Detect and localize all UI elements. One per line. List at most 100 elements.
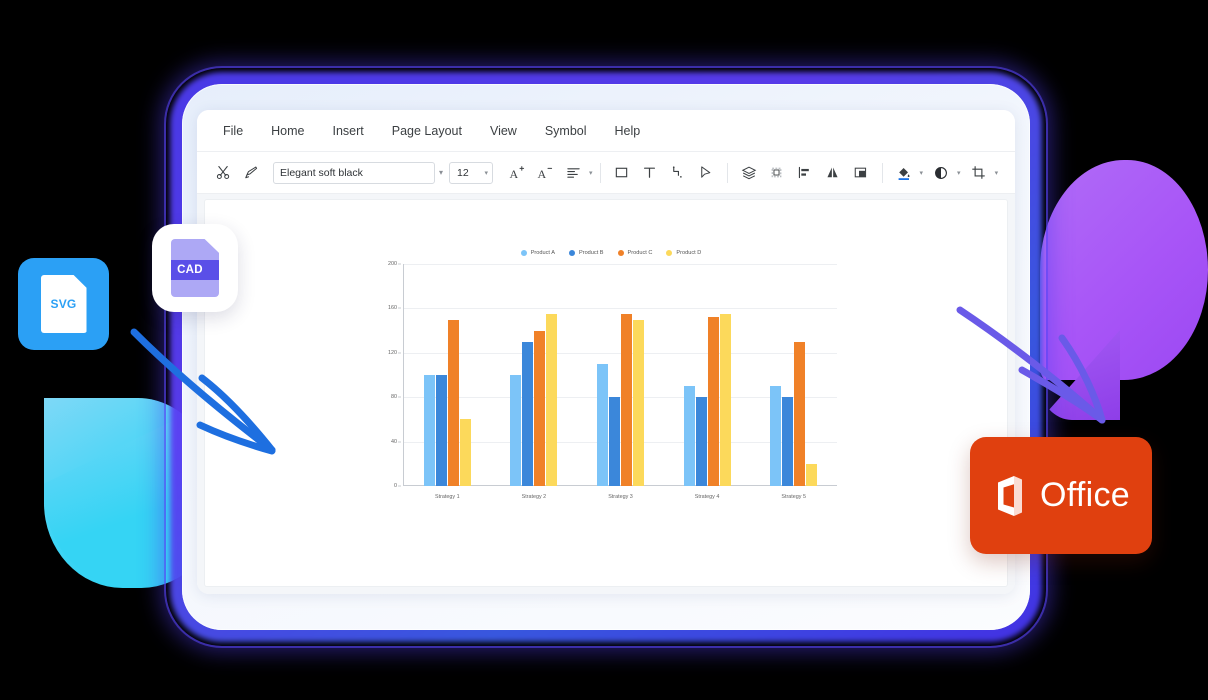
shrink-font-icon: A — [538, 167, 553, 181]
group-icon — [771, 167, 782, 178]
fill-color-caret[interactable]: ▾ — [920, 169, 924, 177]
svg-text:A: A — [538, 167, 547, 181]
app-window: File Home Insert Page Layout View Symbol… — [197, 110, 1015, 594]
font-size-dropdown-caret[interactable]: ▾ — [485, 169, 489, 177]
y-tick-label: 80 — [391, 394, 397, 401]
bar[interactable] — [423, 375, 435, 486]
legend-item-3[interactable]: Product C — [617, 250, 653, 256]
toolbar-separator-2 — [726, 162, 728, 183]
y-tick-mark — [398, 307, 401, 309]
x-tick-label: Strategy 4 — [694, 494, 720, 500]
font-name-dropdown-caret[interactable]: ▾ — [439, 168, 443, 177]
bar[interactable] — [632, 319, 644, 486]
menu-item-help[interactable]: Help — [601, 120, 655, 142]
rectangle-tool-button[interactable] — [608, 159, 636, 187]
legend-item-1[interactable]: Product A — [520, 250, 555, 256]
fill-color-icon — [898, 167, 910, 180]
cad-label-band: CAD — [171, 260, 219, 280]
menu-item-page-layout[interactable]: Page Layout — [378, 120, 476, 142]
toolbar-separator — [599, 162, 601, 183]
text-tool-icon — [644, 167, 656, 178]
legend-item-4[interactable]: Product D — [666, 250, 701, 256]
legend-label: Product C — [627, 250, 653, 256]
bar-chart[interactable]: Product A Product B Product C Product D 0 40… — [381, 250, 841, 530]
cad-file-badge[interactable]: CAD — [152, 224, 238, 312]
bar[interactable] — [459, 419, 471, 486]
toolbar-separator-3 — [881, 162, 883, 183]
y-tick-label: 120 — [388, 349, 397, 356]
bar[interactable] — [770, 386, 782, 486]
bar[interactable] — [608, 397, 620, 486]
bar-groups — [404, 264, 837, 486]
format-painter-icon — [244, 166, 257, 179]
y-tick-mark — [398, 485, 401, 487]
bar[interactable] — [782, 397, 794, 486]
y-tick-mark — [398, 396, 401, 398]
bar[interactable] — [683, 386, 695, 486]
toolbar: Elegant soft black ▾ 12 ▾ A A ▾ ▾ ▾ ▾ — [197, 152, 1015, 194]
distribute-button[interactable] — [791, 159, 819, 187]
svg-badge-label: SVG — [50, 297, 77, 311]
text-tool-button[interactable] — [636, 159, 664, 187]
bring-to-front-icon — [854, 167, 867, 178]
bar[interactable] — [534, 330, 546, 486]
line-color-icon — [935, 166, 947, 179]
connector-tool-button[interactable] — [664, 159, 692, 187]
fill-color-button[interactable] — [890, 159, 918, 187]
menu-item-insert[interactable]: Insert — [319, 120, 378, 142]
pointer-icon — [701, 166, 711, 178]
layers-button[interactable] — [735, 159, 763, 187]
x-tick-label: Strategy 1 — [435, 494, 460, 500]
bar[interactable] — [707, 317, 719, 486]
bar[interactable] — [695, 397, 707, 486]
crop-caret[interactable]: ▾ — [995, 169, 999, 177]
bar[interactable] — [806, 463, 818, 486]
bar[interactable] — [719, 313, 731, 486]
svg-file-badge[interactable]: SVG — [18, 258, 109, 350]
font-size-field[interactable]: 12 ▾ — [449, 161, 494, 184]
align-dropdown-caret[interactable]: ▾ — [589, 169, 593, 177]
font-size-value: 12 — [457, 166, 469, 179]
chart-legend: Product A Product B Product C Product D — [381, 250, 841, 256]
menu-item-symbol[interactable]: Symbol — [531, 120, 601, 142]
menu-item-home[interactable]: Home — [257, 120, 318, 142]
menu-item-file[interactable]: File — [209, 120, 257, 142]
bar[interactable] — [546, 313, 558, 486]
bar[interactable] — [447, 319, 459, 486]
bar-group — [750, 264, 837, 486]
scene: File Home Insert Page Layout View Symbol… — [0, 0, 1208, 700]
legend-item-2[interactable]: Product B — [568, 250, 604, 256]
cad-document-icon: CAD — [171, 239, 219, 297]
flip-icon — [827, 167, 838, 178]
flip-button[interactable] — [819, 159, 847, 187]
font-name-field[interactable]: Elegant soft black — [273, 161, 435, 184]
office-badge[interactable]: Office — [970, 437, 1152, 554]
grow-font-icon: A — [510, 165, 525, 181]
bring-to-front-button[interactable] — [847, 159, 875, 187]
bar[interactable] — [596, 363, 608, 486]
bar-group — [664, 264, 751, 486]
y-tick-mark — [398, 263, 401, 265]
bar[interactable] — [620, 313, 632, 486]
shrink-font-button[interactable]: A — [531, 159, 559, 187]
bar-group — [577, 264, 664, 486]
bar[interactable] — [510, 375, 522, 486]
pointer-tool-button[interactable] — [692, 159, 720, 187]
cut-button[interactable] — [209, 159, 237, 187]
scissors-icon — [216, 165, 229, 180]
document-page[interactable]: Product A Product B Product C Product D 0 40… — [205, 200, 1007, 586]
group-button[interactable] — [763, 159, 791, 187]
bar[interactable] — [522, 341, 534, 486]
bar[interactable] — [435, 375, 447, 486]
crop-button[interactable] — [965, 159, 993, 187]
bar[interactable] — [794, 341, 806, 486]
align-button[interactable] — [559, 159, 587, 187]
legend-swatch-icon — [568, 250, 575, 256]
bar-group — [491, 264, 578, 486]
format-painter-button[interactable] — [237, 159, 265, 187]
purple-blob-decoration — [1040, 160, 1208, 380]
menu-item-view[interactable]: View — [476, 120, 531, 142]
grow-font-button[interactable]: A — [503, 159, 531, 187]
line-color-caret[interactable]: ▾ — [957, 169, 961, 177]
line-color-button[interactable] — [927, 159, 955, 187]
